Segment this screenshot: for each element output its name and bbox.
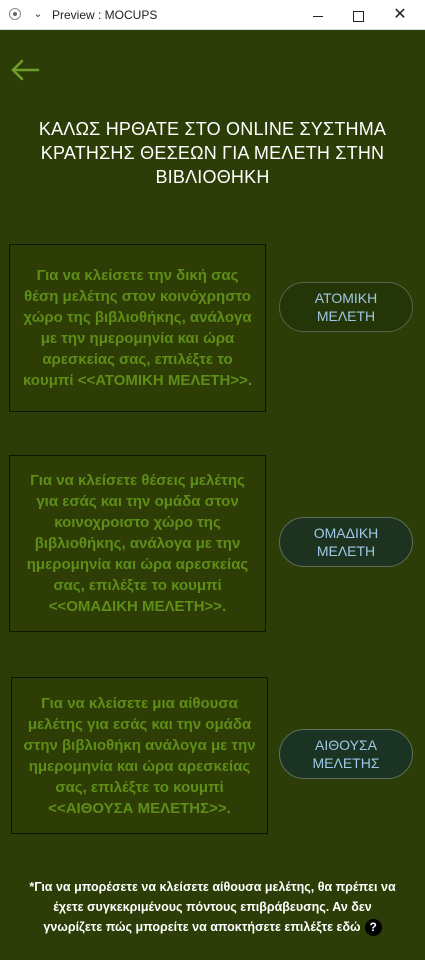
footnote-line: έχετε συγκεκριμένους πόντους επιβράβευση… <box>53 900 372 914</box>
reward-points-footnote: *Για να μπορέσετε να κλείσετε αίθουσα με… <box>0 877 425 937</box>
group-study-description: Για να κλείσετε θέσεις μελέτης για εσάς … <box>9 455 266 632</box>
button-label-line: ΜΕΛΕΤΗΣ <box>312 755 380 771</box>
footnote-line: γνωρίζετε πώς μπορείτε να αποκτήσετε επι… <box>43 920 361 934</box>
description-line: Για να κλείσετε θέσεις μελέτης <box>30 472 245 489</box>
button-label-line: ΜΕΛΕΤΗ <box>316 543 376 559</box>
description-line: αρεσκείας σας, επιλέξτε το <box>42 351 233 368</box>
description-line: με την ημερομηνία και ώρα <box>40 330 235 347</box>
description-line: για εσάς και την ομάδα στον <box>36 493 239 510</box>
description-line: βιβλιοθήκης, ανάλογα με την <box>34 535 241 552</box>
description-line: ημερομηνία και ώρα αρεσκείας <box>28 757 251 775</box>
button-label-line: ΑΤΟΜΙΚΗ <box>314 290 378 306</box>
question-circle-icon[interactable]: ? <box>364 919 382 937</box>
window-titlebar: ⌄ Preview : MOCUPS ✕ <box>0 0 425 30</box>
individual-study-description: Για να κλείσετε την δική σας θέση μελέτη… <box>9 244 266 412</box>
minimize-icon <box>313 15 323 17</box>
description-line: θέση μελέτης στον κοινόχρηστο <box>24 288 251 305</box>
description-line: <<ΑΙΘΟΥΣΑ ΜΕΛΕΤΗΣ>>. <box>48 799 231 817</box>
description-line: σας, επιλέξτε το κουμπί <box>55 778 224 796</box>
study-room-button[interactable]: ΑΙΘΟΥΣΑ ΜΕΛΕΤΗΣ <box>279 729 413 779</box>
close-button[interactable]: ✕ <box>382 0 418 30</box>
description-line: χώρο της βιβλιοθήκης, ανάλογα <box>23 309 252 326</box>
description-line: κοινοχροιστο χώρο της <box>54 514 221 531</box>
arrow-left-icon <box>11 59 40 81</box>
welcome-heading-line: ΒΙΒΛΙΟΘΗΚΗ <box>155 167 270 187</box>
close-icon: ✕ <box>393 6 407 23</box>
group-study-button[interactable]: ΟΜΑΔΙΚΗ ΜΕΛΕΤΗ <box>279 517 413 567</box>
individual-study-button[interactable]: ΑΤΟΜΙΚΗ ΜΕΛΕΤΗ <box>279 282 413 332</box>
button-label-line: ΑΙΘΟΥΣΑ <box>315 737 377 753</box>
description-line: κουμπί <<ΑΤΟΜΙΚΗ ΜΕΛΕΤΗ>>. <box>22 372 253 389</box>
study-room-description: Για να κλείσετε μια αίθουσα μελέτης για … <box>11 677 268 834</box>
footnote-line-with-help: γνωρίζετε πώς μπορείτε να αποκτήσετε επι… <box>0 917 425 937</box>
button-label-line: ΟΜΑΔΙΚΗ <box>313 525 379 541</box>
description-line: σας, επιλέξτε το κουμπί <box>53 577 222 594</box>
description-line: Για να κλείσετε την δική σας <box>36 267 239 284</box>
minimize-button[interactable] <box>300 0 336 30</box>
maximize-button[interactable] <box>340 0 376 30</box>
back-button[interactable] <box>10 58 42 82</box>
chevron-down-icon[interactable]: ⌄ <box>31 6 45 22</box>
welcome-heading: ΚΑΛΩΣ ΗΡΘΑΤΕ ΣΤΟ ONLINE ΣΥΣΤΗΜΑ ΚΡΑΤΗΣΗΣ… <box>20 117 405 189</box>
footnote-line: *Για να μπορέσετε να κλείσετε αίθουσα με… <box>29 880 396 894</box>
maximize-icon <box>352 10 364 22</box>
button-label-line: ΜΕΛΕΤΗ <box>316 308 376 324</box>
window-title: Preview : MOCUPS <box>52 8 158 22</box>
description-line: στην βιβλιοθήκη ανάλογα με την <box>23 736 256 754</box>
welcome-heading-line: ΚΡΑΤΗΣΗΣ ΘΕΣΕΩΝ ΓΙΑ ΜΕΛΕΤΗ ΣΤΗΝ <box>40 143 385 163</box>
description-line: Για να κλείσετε μια αίθουσα <box>41 694 238 712</box>
description-line: <<ΟΜΑΔΙΚΗ ΜΕΛΕΤΗ>>. <box>48 598 227 615</box>
description-line: μελέτης για εσάς και την ομάδα <box>27 715 252 733</box>
description-line: ημερομηνία και ώρα αρεσκείας <box>26 556 249 573</box>
app-icon <box>9 8 21 20</box>
welcome-heading-line: ΚΑΛΩΣ ΗΡΘΑΤΕ ΣΤΟ ONLINE ΣΥΣΤΗΜΑ <box>38 119 387 139</box>
